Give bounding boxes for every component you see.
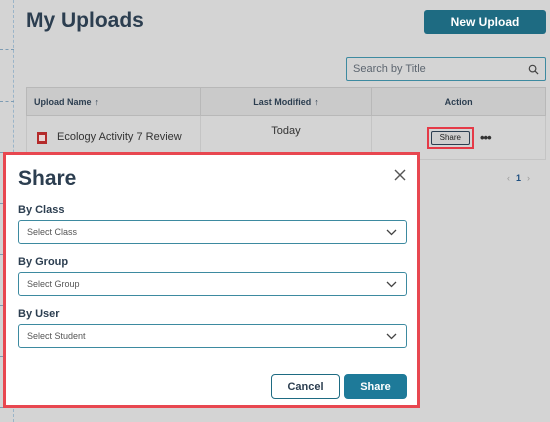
cancel-button[interactable]: Cancel (271, 374, 340, 399)
column-header-last-modified[interactable]: Last Modified ↑ (199, 87, 373, 116)
sort-arrow-icon: ↑ (94, 96, 100, 107)
modal-title: Share (18, 167, 77, 190)
column-header-action: Action (371, 87, 546, 116)
page-title: My Uploads (26, 9, 144, 32)
share-button[interactable]: Share (344, 374, 407, 399)
prev-page-icon[interactable]: ‹ (507, 173, 510, 183)
share-button-highlight: Share (426, 126, 474, 149)
more-icon[interactable]: ••• (480, 130, 492, 145)
by-group-label: By Group (18, 256, 69, 268)
group-select[interactable]: Select Group (18, 272, 407, 296)
chevron-down-icon (386, 333, 397, 339)
close-icon[interactable] (393, 168, 407, 182)
share-modal: Share By Class Select Class By Group Sel… (3, 152, 420, 408)
student-select-value: Select Student (27, 331, 86, 341)
table-header-row: Upload Name ↑ Last Modified ↑ Action (26, 87, 546, 116)
search-box[interactable] (346, 57, 546, 81)
column-header-upload-name[interactable]: Upload Name ↑ (26, 87, 201, 116)
chevron-down-icon (386, 281, 397, 287)
search-icon[interactable] (528, 64, 539, 75)
class-select-value: Select Class (27, 227, 78, 237)
search-input[interactable] (353, 63, 528, 75)
by-class-label: By Class (18, 204, 65, 216)
upload-name[interactable]: Ecology Activity 7 Review (57, 131, 182, 143)
group-select-value: Select Group (27, 279, 80, 289)
uploads-table: Upload Name ↑ Last Modified ↑ Action Ecolo… (26, 87, 546, 160)
next-page-icon[interactable]: › (527, 173, 530, 183)
sort-arrow-icon: ↑ (314, 96, 319, 107)
pagination: ‹ 1 › (507, 173, 530, 183)
chevron-down-icon (386, 229, 397, 235)
pdf-file-icon (37, 131, 47, 144)
page-number[interactable]: 1 (516, 173, 521, 183)
new-upload-button[interactable]: New Upload (424, 10, 546, 34)
by-user-label: By User (18, 308, 60, 320)
row-share-button[interactable]: Share (430, 130, 470, 145)
class-select[interactable]: Select Class (18, 220, 407, 244)
student-select[interactable]: Select Student (18, 324, 407, 348)
